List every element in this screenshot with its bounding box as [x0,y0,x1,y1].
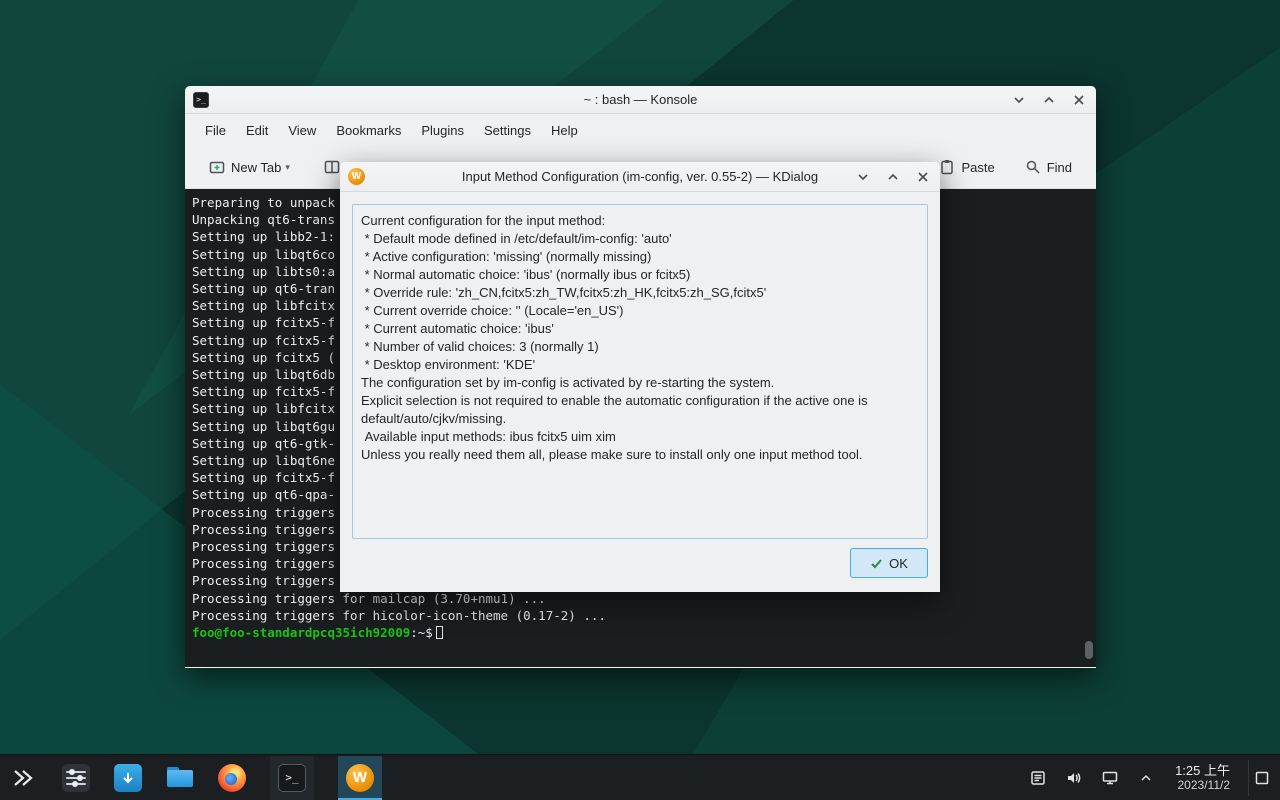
dialog-text-line: Current configuration for the input meth… [361,212,919,230]
menu-help[interactable]: Help [541,118,588,143]
dialog-text-line: default/auto/cjkv/missing. [361,410,919,428]
terminal-scrollbar[interactable] [1085,641,1093,659]
new-tab-icon [209,159,225,175]
minimize-button[interactable] [1012,93,1026,107]
menu-settings[interactable]: Settings [474,118,541,143]
dialog-text-line: * Active configuration: 'missing' (norma… [361,248,919,266]
find-label: Find [1047,160,1072,175]
dialog-text-line: * Normal automatic choice: 'ibus' (norma… [361,266,919,284]
paste-label: Paste [961,160,994,175]
dialog-text-line: * Current automatic choice: 'ibus' [361,320,919,338]
im-config-dialog: W Input Method Configuration (im-config,… [340,162,940,592]
menu-view[interactable]: View [278,118,326,143]
im-config-task-icon: W [346,764,374,792]
notifications-icon[interactable] [1027,767,1049,789]
volume-icon[interactable] [1063,767,1085,789]
clock[interactable]: 1:25 上午 2023/11/2 [1171,763,1234,793]
maximize-button[interactable] [1042,93,1056,107]
konsole-menubar: File Edit View Bookmarks Plugins Setting… [185,114,1096,146]
menu-bookmarks[interactable]: Bookmarks [326,118,411,143]
clock-time: 1:25 上午 [1175,763,1230,778]
close-button[interactable] [1072,93,1086,107]
prompt-suffix: :~$ [410,625,433,640]
show-desktop-icon [1254,770,1270,786]
terminal-cursor [436,626,443,639]
dialog-close-button[interactable] [916,170,930,184]
dialog-text-line: Unless you really need them all, please … [361,446,919,464]
split-view-icon [324,159,340,175]
system-settings-icon[interactable] [62,764,90,792]
dialog-maximize-button[interactable] [886,170,900,184]
taskbar-konsole-task[interactable]: >_ [270,756,314,800]
chevron-down-icon: ▾ [285,162,290,173]
dialog-title: Input Method Configuration (im-config, v… [340,169,940,184]
menu-file[interactable]: File [195,118,236,143]
terminal-line: Processing triggers for mailcap (3.70+nm… [192,590,1088,607]
paste-icon [939,159,955,175]
dialog-titlebar[interactable]: W Input Method Configuration (im-config,… [340,162,940,192]
dialog-text-line: * Override rule: 'zh_CN,fcitx5:zh_TW,fci… [361,284,919,302]
paste-button[interactable]: Paste [931,153,1002,181]
ok-button[interactable]: OK [850,548,928,578]
show-desktop-button[interactable] [1248,760,1274,796]
app-launcher-button[interactable] [8,763,38,793]
file-manager-icon[interactable] [166,764,194,792]
dialog-text-line: The configuration set by im-config is ac… [361,374,919,392]
taskbar: >_ W 1:25 上午 2023/11/2 [0,754,1280,800]
terminal-line: Processing triggers for hicolor-icon-the… [192,607,1088,624]
check-icon [870,557,883,570]
prompt-user-host: foo@foo-standardpcq35ich92009 [192,625,410,640]
dialog-text-line: * Default mode defined in /etc/default/i… [361,230,919,248]
new-tab-button[interactable]: New Tab ▾ [201,153,298,181]
tray-expander-icon[interactable] [1135,767,1157,789]
konsole-app-icon: >_ [193,92,209,108]
display-icon[interactable] [1099,767,1121,789]
dialog-text-line: * Desktop environment: 'KDE' [361,356,919,374]
new-tab-label: New Tab [231,160,281,175]
dialog-text-line: * Number of valid choices: 3 (normally 1… [361,338,919,356]
dialog-minimize-button[interactable] [856,170,870,184]
konsole-window-title: ~ : bash — Konsole [185,92,1096,107]
firefox-icon[interactable] [218,764,246,792]
ok-label: OK [889,556,908,571]
find-button[interactable]: Find [1017,153,1080,181]
dialog-text-line: Explicit selection is not required to en… [361,392,919,410]
menu-plugins[interactable]: Plugins [411,118,474,143]
taskbar-im-config-task[interactable]: W [338,756,382,800]
dialog-text-line: * Current override choice: '' (Locale='e… [361,302,919,320]
konsole-task-icon: >_ [278,764,306,792]
dialog-message-frame: Current configuration for the input meth… [352,204,928,539]
menu-edit[interactable]: Edit [236,118,278,143]
discover-icon[interactable] [114,764,142,792]
clock-date: 2023/11/2 [1175,778,1230,793]
desktop[interactable]: >_ ~ : bash — Konsole File Edit View Boo… [0,0,1280,800]
im-config-app-icon: W [348,168,365,185]
dialog-body: Current configuration for the input meth… [340,192,940,591]
terminal-prompt-line: foo@foo-standardpcq35ich92009:~$ [192,624,1088,641]
kde-launcher-icon [11,766,35,790]
konsole-titlebar[interactable]: >_ ~ : bash — Konsole [185,86,1096,114]
dialog-text-line: Available input methods: ibus fcitx5 uim… [361,428,919,446]
search-icon [1025,159,1041,175]
